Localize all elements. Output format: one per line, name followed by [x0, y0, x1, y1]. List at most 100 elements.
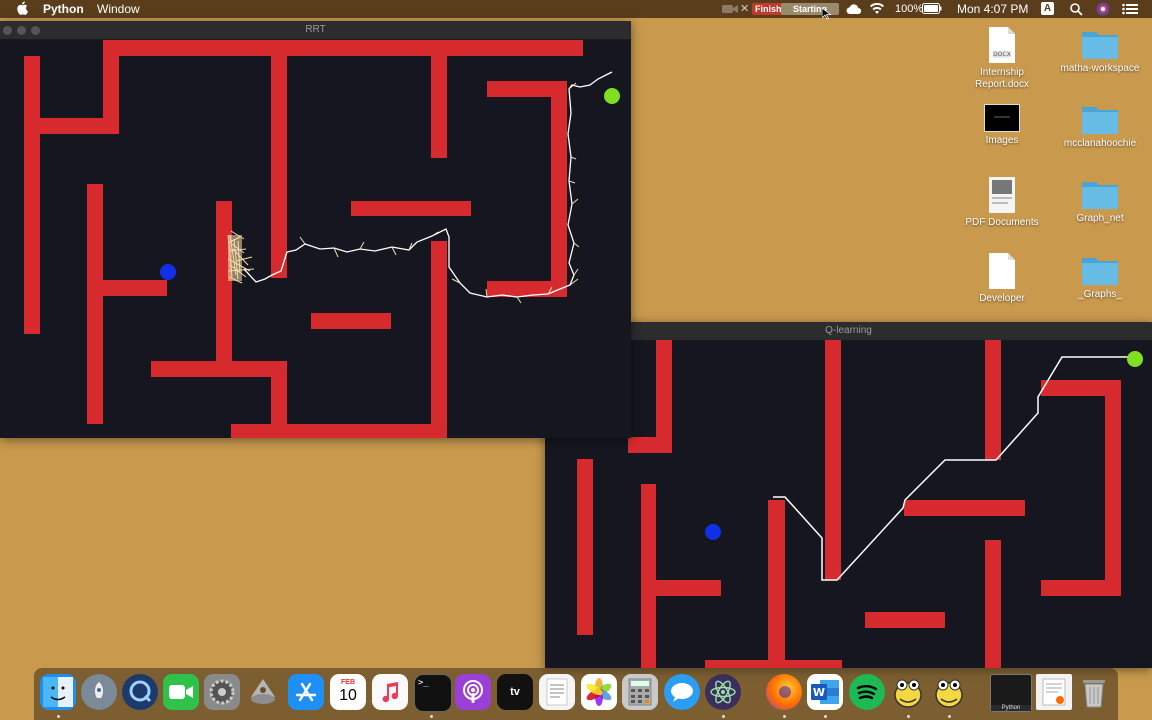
close-window-button[interactable]	[3, 26, 12, 35]
dock-word[interactable]: W	[807, 674, 843, 710]
app-menu-python[interactable]: Python	[43, 2, 84, 16]
dock-terminal[interactable]: >_	[414, 674, 452, 712]
speech-bubble-icon	[671, 683, 693, 702]
dock-firefox[interactable]	[766, 674, 802, 710]
menu-window[interactable]: Window	[97, 2, 140, 16]
goal-point	[604, 88, 620, 104]
dock-apple-tv[interactable]: tv	[497, 674, 533, 710]
svg-text:DOCX: DOCX	[993, 51, 1011, 58]
q-learning-titlebar[interactable]: Q-learning	[545, 322, 1152, 341]
running-indicator	[907, 715, 910, 718]
dock-textedit[interactable]	[539, 674, 575, 710]
spotify-icon	[856, 685, 878, 700]
desktop-item-label: Internship Report.docx	[975, 67, 1029, 90]
calculator-icon	[628, 678, 652, 706]
input-source-icon[interactable]: A	[1041, 2, 1054, 15]
rrt-titlebar[interactable]: RRT	[0, 21, 631, 40]
dock-system-preferences[interactable]	[204, 674, 240, 710]
music-note-icon	[382, 682, 398, 703]
dock-launchpad[interactable]	[81, 674, 117, 710]
pdf-file-icon	[989, 177, 1015, 213]
dock-document[interactable]	[1036, 674, 1072, 710]
battery-icon[interactable]	[922, 3, 942, 14]
dock-python-launcher[interactable]	[890, 674, 926, 710]
trash-icon	[1083, 680, 1105, 708]
desktop-item-label: matha-workspace	[1060, 63, 1140, 74]
rrt-window[interactable]: RRT	[0, 21, 631, 438]
rocket-icon	[94, 682, 104, 698]
python-window-label: Python	[991, 705, 1031, 711]
terminal-prompt-icon: >_	[418, 678, 429, 688]
running-indicator	[948, 715, 951, 718]
dock-podcasts[interactable]	[455, 674, 491, 710]
dock-atom[interactable]	[705, 674, 741, 710]
dock-finder[interactable]	[40, 674, 76, 710]
desktop-item-internship-report[interactable]: DOCX Internship Report.docx	[952, 26, 1052, 91]
camera-status-icon[interactable]	[722, 4, 738, 14]
dock-facetime[interactable]	[163, 674, 199, 710]
wifi-icon[interactable]	[869, 2, 885, 15]
notification-center-icon[interactable]	[1122, 3, 1138, 15]
siri-icon[interactable]	[1096, 2, 1110, 16]
docx-file-icon: DOCX	[989, 27, 1015, 63]
desktop-item-label: mcclanahoochie	[1063, 138, 1137, 149]
desktop-item-label: Graph_net	[1076, 213, 1124, 224]
dock-calendar[interactable]: FEB 10	[330, 674, 366, 710]
photos-icon	[586, 678, 612, 706]
calendar-month: FEB	[341, 679, 355, 686]
finder-icon	[43, 677, 73, 707]
desktop-item-label: Developer	[979, 293, 1025, 304]
dock-python-window[interactable]: Python	[990, 674, 1032, 712]
folder-icon	[1082, 182, 1118, 209]
mouse-cursor-icon	[822, 8, 832, 20]
app-store-icon	[295, 682, 317, 702]
desktop-item-label: PDF Documents	[965, 217, 1039, 228]
dock-photos[interactable]	[581, 674, 617, 710]
icloud-icon[interactable]	[846, 3, 862, 15]
desktop-item-matha-workspace[interactable]: matha-workspace	[1050, 28, 1150, 75]
running-indicator	[430, 715, 433, 718]
podcasts-icon	[463, 680, 483, 703]
running-indicator	[57, 715, 60, 718]
desktop-item-label: Images	[985, 135, 1019, 146]
close-recording-icon[interactable]: ✕	[740, 2, 749, 15]
apple-menu-icon[interactable]	[16, 1, 28, 15]
dock-music[interactable]	[372, 674, 408, 710]
script-editor-icon	[251, 679, 275, 704]
dock-app-store[interactable]	[288, 674, 324, 710]
battery-percent: 100%	[895, 3, 924, 15]
calendar-day: 10	[339, 687, 357, 704]
tv-label: tv	[510, 686, 520, 698]
desktop-item-images[interactable]: Images	[952, 104, 1052, 147]
q-learning-maze-canvas	[577, 340, 1143, 668]
dock-script-editor[interactable]	[245, 674, 281, 710]
q-learning-window[interactable]: Q-learning	[545, 322, 1152, 668]
firefox-icon	[779, 686, 791, 698]
desktop-item-mcclanahoochie[interactable]: mcclanahoochie	[1050, 103, 1150, 150]
atom-icon	[710, 680, 736, 704]
window-title: Q-learning	[825, 325, 872, 336]
minimize-window-button[interactable]	[17, 26, 26, 35]
finish-button[interactable]: Finish	[752, 3, 785, 15]
clock[interactable]: Mon 4:07 PM	[957, 0, 1028, 18]
dock-quicktime[interactable]	[122, 674, 158, 710]
desktop-item-developer[interactable]: Developer	[952, 252, 1052, 305]
dock-python-launcher-2[interactable]	[931, 674, 967, 710]
zoom-window-button[interactable]	[31, 26, 40, 35]
desktop-item-graph-net[interactable]: Graph_net	[1050, 178, 1150, 225]
dock-messages[interactable]	[664, 674, 700, 710]
desktop-item-graphs[interactable]: _Graphs_	[1050, 254, 1150, 301]
desktop-item-pdf-documents[interactable]: PDF Documents	[952, 176, 1052, 229]
spotlight-search-icon[interactable]	[1070, 3, 1083, 16]
folder-icon	[1082, 258, 1118, 285]
dock-spotify[interactable]	[849, 674, 885, 710]
start-point	[705, 524, 721, 540]
dock-trash[interactable]	[1076, 674, 1112, 710]
python-launcher-icon	[894, 679, 922, 708]
video-camera-icon	[169, 685, 193, 699]
running-indicator	[824, 715, 827, 718]
running-indicator	[783, 715, 786, 718]
dock-calculator[interactable]	[622, 674, 658, 710]
document-icon	[1042, 678, 1066, 706]
terminal-thumbnail-icon	[984, 104, 1020, 132]
